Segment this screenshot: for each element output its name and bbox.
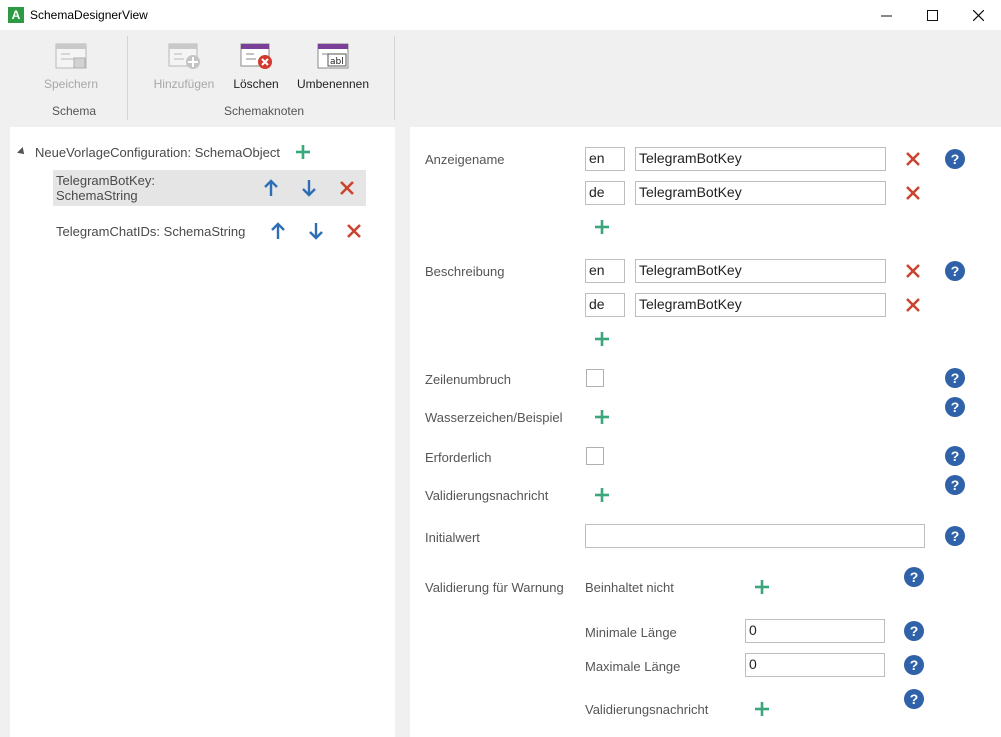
window-title: SchemaDesignerView: [30, 8, 148, 22]
min-length-field[interactable]: 0: [745, 619, 885, 643]
properties-panel: Anzeigename en TelegramBotKey ? de Teleg…: [410, 127, 1001, 737]
tree-root-node[interactable]: NeueVorlageConfiguration: SchemaObject: [17, 141, 322, 163]
help-icon[interactable]: ?: [945, 475, 965, 495]
help-icon[interactable]: ?: [945, 261, 965, 281]
min-length-label: Minimale Länge: [585, 625, 677, 640]
move-down-icon[interactable]: [298, 177, 320, 199]
help-icon[interactable]: ?: [904, 689, 924, 709]
svg-text:abl: abl: [330, 57, 344, 67]
add-icon[interactable]: [592, 485, 612, 505]
delete-node-button-label: Löschen: [233, 77, 279, 91]
add-node-button-label: Hinzufügen: [153, 77, 215, 91]
tree-item-telegrambotkey[interactable]: TelegramBotKey: SchemaString: [53, 170, 366, 206]
add-child-icon[interactable]: [292, 141, 314, 163]
erforderlich-label: Erforderlich: [425, 450, 492, 465]
initialwert-field[interactable]: [585, 524, 925, 548]
save-button[interactable]: Speichern: [40, 42, 102, 91]
add-icon[interactable]: [592, 217, 612, 237]
close-icon[interactable]: [955, 0, 1001, 30]
add-node-button[interactable]: Hinzufügen: [150, 42, 218, 91]
add-icon[interactable]: [592, 329, 612, 349]
help-icon[interactable]: ?: [945, 446, 965, 466]
max-length-label: Maximale Länge: [585, 659, 681, 674]
maximize-icon[interactable]: [909, 0, 955, 30]
help-icon[interactable]: ?: [904, 655, 924, 675]
collapse-caret-icon[interactable]: [17, 147, 27, 157]
help-icon[interactable]: ?: [945, 397, 965, 417]
tree-item-telegramchatids[interactable]: TelegramChatIDs: SchemaString: [53, 213, 373, 249]
help-icon[interactable]: ?: [904, 567, 924, 587]
ribbon-separator: [127, 36, 128, 120]
add-icon[interactable]: [592, 407, 612, 427]
add-node-icon: [168, 43, 200, 69]
rename-node-button-label: Umbenennen: [296, 77, 370, 91]
beschreibung-value-field[interactable]: TelegramBotKey: [635, 259, 886, 283]
beschreibung-value-field[interactable]: TelegramBotKey: [635, 293, 886, 317]
tree-item-label: TelegramChatIDs: SchemaString: [56, 223, 246, 239]
beschreibung-lang-field[interactable]: de: [585, 293, 625, 317]
beschreibung-lang-field[interactable]: en: [585, 259, 625, 283]
tree-item-label: TelegramBotKey: SchemaString: [56, 173, 155, 203]
anzeigename-value-field[interactable]: TelegramBotKey: [635, 181, 886, 205]
help-icon[interactable]: ?: [945, 368, 965, 388]
save-schema-icon: [55, 43, 87, 69]
move-up-icon[interactable]: [267, 220, 289, 242]
rename-node-button[interactable]: abl Umbenennen: [293, 42, 373, 91]
wasserzeichen-label: Wasserzeichen/Beispiel: [425, 410, 563, 425]
schema-tree-panel: NeueVorlageConfiguration: SchemaObject T…: [10, 127, 395, 737]
help-icon[interactable]: ?: [904, 621, 924, 641]
ribbon-group-schema: Schema: [52, 104, 97, 118]
ribbon: Speichern Schema Hinzufügen Löschen abl …: [0, 30, 1001, 126]
move-up-icon[interactable]: [261, 177, 283, 199]
anzeigename-lang-field[interactable]: de: [585, 181, 625, 205]
ribbon-separator: [394, 36, 395, 120]
delete-icon[interactable]: [903, 295, 923, 315]
initialwert-label: Initialwert: [425, 530, 480, 545]
erforderlich-checkbox[interactable]: [586, 447, 604, 465]
app-icon: A: [8, 7, 24, 23]
move-down-icon[interactable]: [305, 220, 327, 242]
title-bar: A SchemaDesignerView: [0, 0, 1001, 30]
warnung-label: Validierung für Warnung: [425, 580, 564, 595]
anzeigename-value-field[interactable]: TelegramBotKey: [635, 147, 886, 171]
validierungsnachricht-label: Validierungsnachricht: [425, 488, 549, 503]
delete-icon[interactable]: [903, 183, 923, 203]
help-icon[interactable]: ?: [945, 149, 965, 169]
tree-root-label: NeueVorlageConfiguration: SchemaObject: [35, 144, 280, 160]
add-icon[interactable]: [752, 577, 772, 597]
delete-icon[interactable]: [343, 220, 365, 242]
anzeigename-lang-field[interactable]: en: [585, 147, 625, 171]
delete-icon[interactable]: [336, 177, 358, 199]
beinhaltet-nicht-label: Beinhaltet nicht: [585, 580, 674, 595]
anzeigename-label: Anzeigename: [425, 152, 505, 167]
zeilenumbruch-label: Zeilenumbruch: [425, 372, 511, 387]
max-length-field[interactable]: 0: [745, 653, 885, 677]
add-icon[interactable]: [752, 699, 772, 719]
delete-icon[interactable]: [903, 149, 923, 169]
beschreibung-label: Beschreibung: [425, 264, 505, 279]
rename-node-icon: abl: [317, 43, 349, 69]
save-button-label: Speichern: [43, 77, 99, 91]
ribbon-group-schemaknoten: Schemaknoten: [224, 104, 305, 118]
warnung-nachricht-label: Validierungsnachricht: [585, 702, 709, 717]
zeilenumbruch-checkbox[interactable]: [586, 369, 604, 387]
delete-icon[interactable]: [903, 261, 923, 281]
minimize-icon[interactable]: [863, 0, 909, 30]
delete-node-button[interactable]: Löschen: [228, 42, 284, 91]
delete-node-icon: [240, 43, 272, 69]
help-icon[interactable]: ?: [945, 526, 965, 546]
